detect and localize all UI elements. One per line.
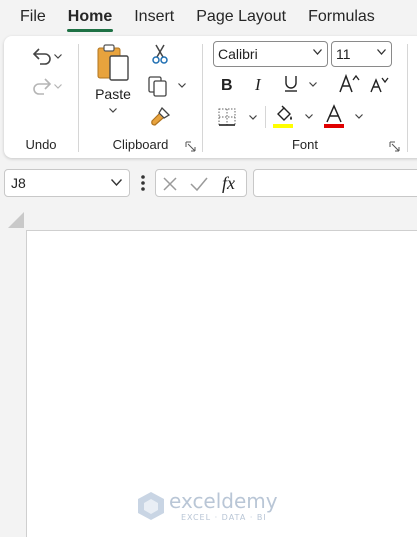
ribbon-tabs: File Home Insert Page Layout Formulas [0,0,417,34]
underline-icon [285,76,297,92]
font-size-select[interactable]: 11 [331,41,392,67]
chevron-down-icon [54,54,62,59]
tab-formulas[interactable]: Formulas [308,8,375,26]
format-painter-button[interactable] [147,104,173,130]
chevron-down-icon [313,49,322,55]
dialog-launcher-icon[interactable] [389,141,400,152]
font-group: Calibri 11 B I Font [203,36,407,158]
increase-font-size-button[interactable] [337,70,361,96]
chevron-down-icon [249,115,257,120]
font-color-icon [326,104,342,123]
font-size-value: 11 [336,46,351,62]
worksheet-grid[interactable]: exceldemy EXCEL · DATA · BI [26,230,417,537]
fill-color-button[interactable] [271,102,317,130]
tab-page-layout[interactable]: Page Layout [196,8,286,26]
exceldemy-logo-icon [138,492,164,520]
font-color-swatch [324,124,344,128]
paste-label: Paste [95,86,131,102]
chevron-down-icon [109,108,117,113]
chevron-down-icon [305,114,313,119]
cancel-icon[interactable] [162,176,178,192]
underline-button[interactable] [281,72,319,96]
font-name-select[interactable]: Calibri [213,41,328,67]
dialog-launcher-icon[interactable] [185,141,196,152]
select-all-corner-icon[interactable] [8,212,24,228]
watermark-tagline: EXCEL · DATA · BI [181,513,267,522]
clipboard-group-label: Clipboard [112,137,169,152]
font-name-value: Calibri [218,46,258,62]
name-box-value: J8 [11,175,26,191]
bold-icon: B [221,77,233,92]
undo-group-label: Undo [25,137,57,152]
chevron-down-icon [54,84,62,89]
undo-icon [32,48,51,65]
chevron-down-icon [355,114,363,119]
font-group-label: Font [291,137,318,152]
insert-function-button[interactable]: fx [222,173,235,194]
fill-color-swatch [273,124,293,128]
font-shrink-icon [370,77,389,93]
watermark: exceldemy EXCEL · DATA · BI [137,489,307,525]
more-options-icon[interactable] [140,174,146,192]
cut-button[interactable] [147,42,173,66]
undo-button[interactable] [20,42,64,70]
borders-icon [218,108,236,126]
brush-icon [151,106,171,126]
font-color-button[interactable] [321,102,367,130]
borders-button[interactable] [215,104,261,130]
redo-button[interactable] [20,72,64,100]
column-header-bar [0,206,417,230]
redo-icon [33,78,52,95]
italic-button[interactable]: I [249,72,269,96]
svg-text:B: B [221,77,233,92]
bold-button[interactable]: B [217,72,237,96]
tab-home[interactable]: Home [66,8,114,32]
chevron-down-icon [309,82,317,87]
chevron-down-icon [377,49,386,55]
paste-button[interactable]: Paste [89,42,137,124]
enter-check-icon[interactable] [189,176,209,192]
svg-text:I: I [254,76,262,92]
italic-icon: I [254,76,262,92]
font-grow-icon [339,73,360,93]
chevron-down-icon [178,83,186,88]
divider [407,44,408,152]
copy-icon [148,76,167,97]
scissors-icon [152,44,168,64]
watermark-brand: exceldemy [169,489,278,513]
paste-icon [97,44,129,81]
row-header-bar [0,230,26,537]
formula-buttons: fx [155,169,247,197]
copy-button[interactable] [145,72,189,98]
clipboard-group: Paste Clipboard [79,36,202,158]
formula-input[interactable] [253,169,417,197]
tab-insert[interactable]: Insert [134,8,174,26]
ribbon: Undo Paste Clipboard Calibri 11 B I Font [4,36,417,158]
undo-group: Undo [4,36,78,158]
divider [265,106,266,128]
decrease-font-size-button[interactable] [367,72,391,96]
name-box[interactable]: J8 [4,169,130,197]
chevron-down-icon [111,179,122,186]
tab-file[interactable]: File [20,8,46,26]
